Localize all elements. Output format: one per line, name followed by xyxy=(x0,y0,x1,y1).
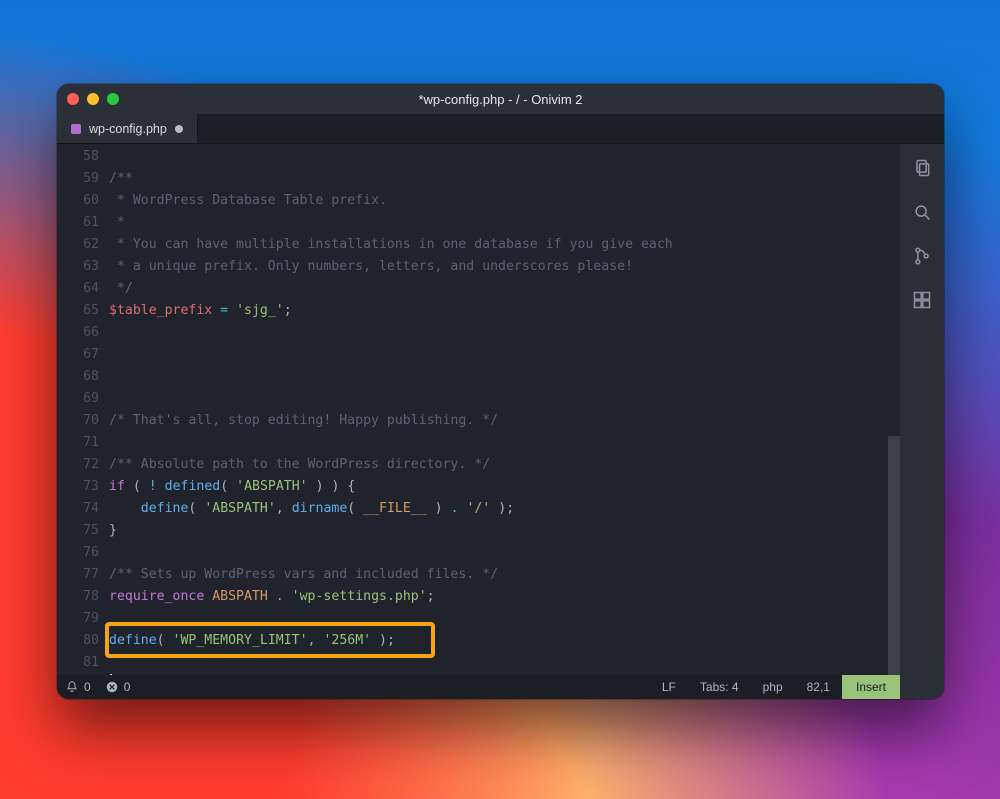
code-line[interactable] xyxy=(109,608,876,630)
status-left: 0 0 xyxy=(65,680,130,694)
error-icon xyxy=(105,680,119,694)
vim-mode-status[interactable]: Insert xyxy=(842,675,900,699)
cursor-pos-status[interactable]: 82,1 xyxy=(795,680,842,694)
code-line[interactable]: */ xyxy=(109,278,876,300)
bell-icon xyxy=(65,680,79,694)
code-line[interactable] xyxy=(109,366,876,388)
status-bar: 0 0 LF Tabs: 4 php 82,1 Insert xyxy=(57,675,900,699)
code-line[interactable]: define( 'ABSPATH', dirname( __FILE__ ) .… xyxy=(109,498,876,520)
line-number: 69 xyxy=(57,388,99,410)
text-cursor xyxy=(110,674,112,675)
code-line[interactable]: * a unique prefix. Only numbers, letters… xyxy=(109,256,876,278)
editor-body: 5859606162636465666768697071727374757677… xyxy=(57,144,944,699)
code-line[interactable]: $table_prefix = 'sjg_'; xyxy=(109,300,876,322)
code-line[interactable]: /* That's all, stop editing! Happy publi… xyxy=(109,410,876,432)
code-line[interactable]: if ( ! defined( 'ABSPATH' ) ) { xyxy=(109,476,876,498)
code-line[interactable] xyxy=(109,432,876,454)
dirty-indicator-icon xyxy=(175,125,183,133)
line-number: 78 xyxy=(57,586,99,608)
code-line[interactable] xyxy=(109,674,876,675)
minimize-icon[interactable] xyxy=(87,93,99,105)
code-line[interactable]: } xyxy=(109,520,876,542)
editor-wrap: 5859606162636465666768697071727374757677… xyxy=(57,144,900,699)
line-number: 79 xyxy=(57,608,99,630)
errors-status[interactable]: 0 xyxy=(105,680,131,694)
code-line[interactable] xyxy=(109,388,876,410)
code-line[interactable]: define( 'WP_MEMORY_LIMIT', '256M' ); xyxy=(109,630,876,652)
line-number: 80 xyxy=(57,630,99,652)
code-line[interactable] xyxy=(109,652,876,674)
titlebar[interactable]: *wp-config.php - / - Onivim 2 xyxy=(57,84,944,114)
line-gutter: 5859606162636465666768697071727374757677… xyxy=(57,146,109,675)
tab-wp-config[interactable]: wp-config.php xyxy=(57,114,198,143)
line-number: 59 xyxy=(57,168,99,190)
line-number: 64 xyxy=(57,278,99,300)
code-line[interactable]: /** Sets up WordPress vars and included … xyxy=(109,564,876,586)
line-number: 72 xyxy=(57,454,99,476)
line-number: 73 xyxy=(57,476,99,498)
php-file-icon xyxy=(71,124,81,134)
window-title: *wp-config.php - / - Onivim 2 xyxy=(57,92,944,107)
editor[interactable]: 5859606162636465666768697071727374757677… xyxy=(57,144,900,675)
fullscreen-icon[interactable] xyxy=(107,93,119,105)
language-status[interactable]: php xyxy=(751,680,795,694)
line-number: 61 xyxy=(57,212,99,234)
code-area[interactable]: /** * WordPress Database Table prefix. *… xyxy=(109,146,888,675)
code-line[interactable]: require_once ABSPATH . 'wp-settings.php'… xyxy=(109,586,876,608)
files-icon[interactable] xyxy=(912,158,932,178)
traffic-lights xyxy=(67,93,119,105)
tab-strip: wp-config.php xyxy=(57,114,944,144)
extensions-icon[interactable] xyxy=(912,290,932,310)
line-number: 71 xyxy=(57,432,99,454)
line-number: 60 xyxy=(57,190,99,212)
line-number: 63 xyxy=(57,256,99,278)
line-number: 68 xyxy=(57,366,99,388)
line-number: 70 xyxy=(57,410,99,432)
line-number: 66 xyxy=(57,322,99,344)
code-line[interactable] xyxy=(109,344,876,366)
line-number: 81 xyxy=(57,652,99,674)
search-icon[interactable] xyxy=(912,202,932,222)
notifications-count: 0 xyxy=(84,680,91,694)
errors-count: 0 xyxy=(124,680,131,694)
code-line[interactable]: * You can have multiple installations in… xyxy=(109,234,876,256)
code-line[interactable]: /** xyxy=(109,168,876,190)
code-line[interactable] xyxy=(109,542,876,564)
code-line[interactable]: * xyxy=(109,212,876,234)
line-number: 74 xyxy=(57,498,99,520)
code-line[interactable] xyxy=(109,322,876,344)
tab-label: wp-config.php xyxy=(89,122,167,136)
source-control-icon[interactable] xyxy=(912,246,932,266)
line-number: 58 xyxy=(57,146,99,168)
line-number: 76 xyxy=(57,542,99,564)
activity-bar xyxy=(900,144,944,699)
line-number: 77 xyxy=(57,564,99,586)
close-icon[interactable] xyxy=(67,93,79,105)
code-line[interactable]: /** Absolute path to the WordPress direc… xyxy=(109,454,876,476)
line-number: 75 xyxy=(57,520,99,542)
tabs-status[interactable]: Tabs: 4 xyxy=(688,680,751,694)
status-right: LF Tabs: 4 php 82,1 Insert xyxy=(650,675,900,699)
code-line[interactable]: * WordPress Database Table prefix. xyxy=(109,190,876,212)
line-number: 65 xyxy=(57,300,99,322)
line-number: 62 xyxy=(57,234,99,256)
line-number: 67 xyxy=(57,344,99,366)
code-line[interactable] xyxy=(109,146,876,168)
line-ending-status[interactable]: LF xyxy=(650,680,688,694)
editor-window: *wp-config.php - / - Onivim 2 wp-config.… xyxy=(57,84,944,699)
scrollbar-thumb[interactable] xyxy=(888,436,900,675)
notifications-status[interactable]: 0 xyxy=(65,680,91,694)
line-number: 82 xyxy=(57,674,99,675)
